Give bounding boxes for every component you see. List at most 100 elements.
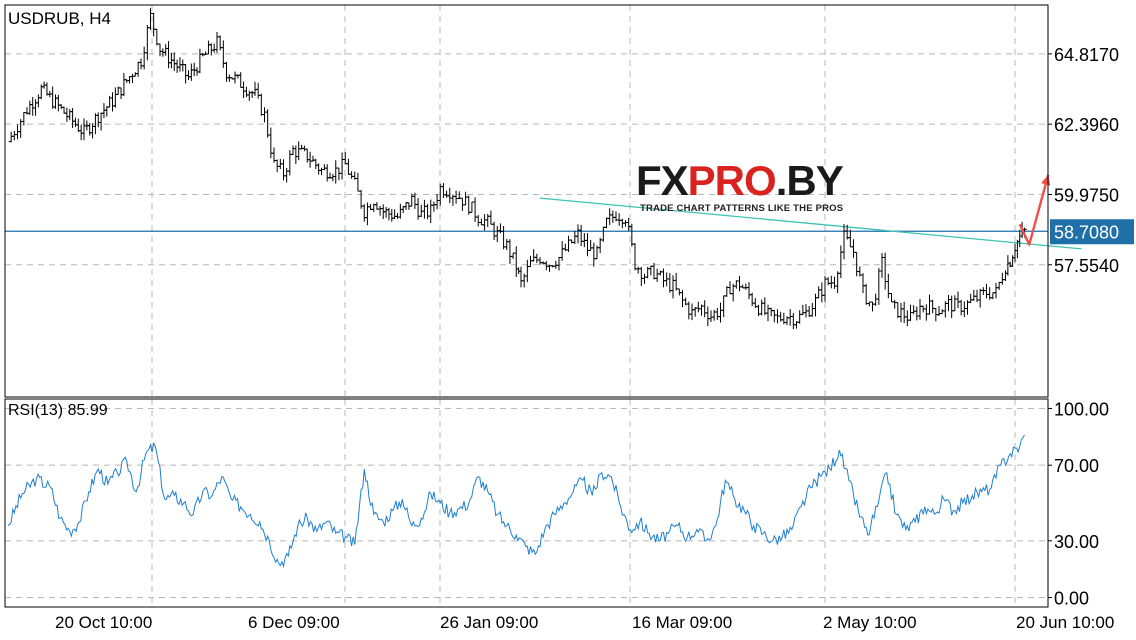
candle: [870, 301, 875, 312]
candle: [696, 301, 701, 313]
candle: [955, 291, 961, 308]
candle: [813, 293, 818, 317]
candle: [911, 305, 916, 315]
candle: [412, 192, 418, 209]
candle: [330, 174, 336, 182]
candle: [64, 107, 70, 122]
candle: [284, 167, 289, 183]
candle: [759, 299, 764, 316]
candle: [18, 119, 23, 138]
candle: [667, 273, 673, 293]
candle: [990, 292, 996, 300]
candle: [174, 59, 180, 73]
current-price-label: 58.7080: [1054, 222, 1119, 242]
candle: [886, 273, 891, 299]
candle: [180, 59, 186, 72]
candle: [591, 242, 597, 267]
candle: [171, 52, 177, 71]
candle: [914, 306, 920, 321]
fxpro-logo: FXPRO.BY TRADE CHART PATTERNS LIKE THE P…: [636, 159, 860, 215]
candle: [889, 293, 894, 303]
candle: [958, 299, 964, 316]
candle: [186, 70, 191, 80]
candle: [110, 92, 115, 112]
candle: [756, 304, 761, 317]
candle: [342, 152, 348, 165]
time-axis-label: 20 Oct 10:00: [55, 613, 152, 632]
candle: [67, 108, 73, 121]
candle: [882, 252, 888, 290]
candles-layer: [8, 8, 1051, 330]
candle: [768, 307, 774, 317]
candle: [262, 107, 267, 123]
candle: [296, 141, 301, 161]
candle: [516, 267, 521, 275]
logo-tagline: TRADE CHART PATTERNS LIKE THE PROS: [640, 203, 844, 214]
logo-wordmark: FXPRO.BY: [636, 157, 844, 204]
candle: [806, 305, 812, 317]
candle: [810, 302, 815, 317]
candle: [651, 262, 657, 280]
rsi-tick-label: 30.00: [1054, 532, 1099, 552]
candle: [791, 313, 796, 330]
candle: [145, 24, 150, 61]
candle: [336, 167, 342, 181]
candle: [479, 218, 484, 226]
candle: [537, 257, 543, 265]
candle: [616, 213, 622, 226]
candle: [428, 199, 434, 224]
candle: [130, 73, 135, 84]
time-axis-label: 26 Jan 09:00: [440, 613, 538, 632]
candle: [33, 99, 38, 116]
candle: [482, 214, 487, 231]
candle: [867, 301, 872, 307]
candle: [841, 224, 847, 260]
candle: [623, 219, 628, 227]
candle: [968, 293, 973, 304]
candle: [838, 245, 844, 278]
candle: [566, 235, 571, 252]
price-panel-border: [4, 4, 1049, 398]
candle: [513, 246, 519, 278]
rsi-line: [7, 434, 1025, 569]
candle: [879, 253, 885, 278]
candle: [895, 302, 901, 318]
candle: [214, 31, 220, 53]
candle: [441, 182, 446, 198]
candle: [183, 64, 188, 84]
candle: [797, 310, 802, 324]
candle: [154, 28, 160, 46]
candle: [825, 277, 831, 286]
candle: [281, 159, 286, 181]
candle: [851, 239, 856, 258]
rsi-tick-label: 100.00: [1054, 399, 1109, 419]
candle: [1000, 272, 1005, 285]
candle: [189, 63, 194, 81]
candle: [901, 301, 907, 323]
candle: [87, 123, 92, 136]
candle: [673, 272, 679, 291]
candle: [90, 123, 95, 139]
time-axis-label: 16 Mar 09:00: [632, 613, 732, 632]
rsi-panel-border: [4, 398, 1049, 608]
candle: [525, 259, 530, 283]
candle: [206, 40, 211, 55]
candle: [949, 295, 954, 319]
candle: [601, 226, 606, 242]
candle: [708, 310, 714, 323]
candle: [860, 273, 866, 294]
candle: [705, 306, 711, 327]
candle: [494, 225, 500, 243]
candle: [377, 206, 383, 216]
price-tick-label: 62.3960: [1054, 115, 1119, 135]
candle: [787, 309, 793, 326]
candle: [434, 193, 440, 210]
candle: [118, 87, 124, 100]
candle: [661, 268, 666, 288]
candle: [395, 212, 400, 219]
overlay-lines: [5, 197, 1082, 250]
candle: [141, 46, 147, 70]
candle: [431, 201, 437, 212]
candle: [244, 86, 249, 98]
candle: [658, 270, 663, 276]
